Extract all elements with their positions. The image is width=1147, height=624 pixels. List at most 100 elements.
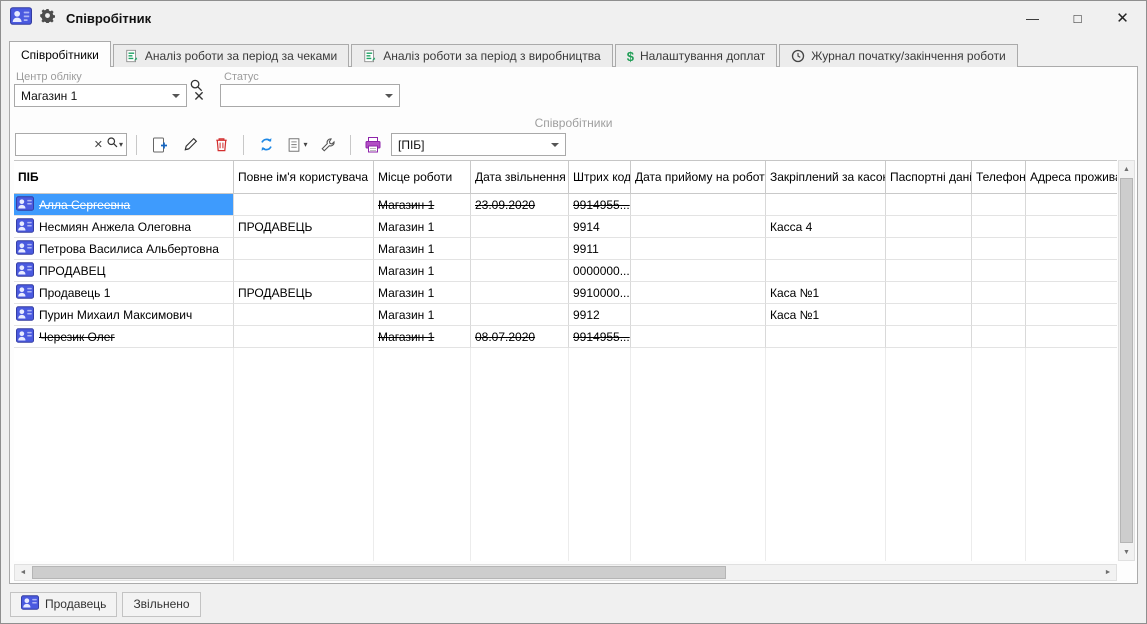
cell-barcode[interactable]: 9914955... [569,326,631,348]
cell-barcode[interactable]: 9914955... [569,194,631,216]
cell-hire_date[interactable] [631,304,766,326]
cell-passport[interactable] [886,282,972,304]
cell-barcode[interactable]: 9911 [569,238,631,260]
search-clear-icon[interactable]: ✕ [94,138,103,151]
legend-dismissed-button[interactable]: Звільнено [122,592,200,617]
cell-username[interactable]: ПРОДАВЕЦЬ [234,216,374,238]
cell-address[interactable] [1026,216,1117,238]
cell-workplace[interactable]: Магазин 1 [374,326,471,348]
cell-passport[interactable] [886,304,972,326]
cell-cash_register[interactable]: Каса №1 [766,282,886,304]
delete-employee-button[interactable] [208,133,234,157]
grid-search-input[interactable] [19,138,91,152]
cell-cash_register[interactable]: Каса №1 [766,304,886,326]
horizontal-scroll-thumb[interactable] [32,566,726,579]
legend-seller-button[interactable]: Продавець [10,592,117,617]
cell-username[interactable] [234,326,374,348]
cell-address[interactable] [1026,238,1117,260]
employee-row[interactable]: ПРОДАВЕЦ Магазин 1 0000000... [14,260,1117,282]
cell-phone[interactable] [972,304,1026,326]
column-header-hire_date[interactable]: Дата прийому на роботу [631,161,766,194]
close-button[interactable]: ✕ [1100,2,1145,34]
cell-hire_date[interactable] [631,260,766,282]
cell-phone[interactable] [972,282,1026,304]
scroll-down-arrow[interactable]: ▼ [1119,544,1134,560]
cell-passport[interactable] [886,260,972,282]
employee-row[interactable]: Черезик Олег Магазин 108.07.20209914955..… [14,326,1117,348]
cell-pib[interactable]: Несмиян Анжела Олеговна [14,216,234,238]
cell-workplace[interactable]: Магазин 1 [374,194,471,216]
cell-dismiss_date[interactable] [471,282,569,304]
cell-passport[interactable] [886,194,972,216]
cell-barcode[interactable]: 9910000... [569,282,631,304]
cell-phone[interactable] [972,326,1026,348]
cell-username[interactable] [234,260,374,282]
settings-wrench-button[interactable] [315,133,341,157]
search-options-dropdown-icon[interactable]: ▾ [119,140,123,149]
cell-workplace[interactable]: Магазин 1 [374,216,471,238]
employee-row[interactable]: Петрова Василиса АльбертовнаМагазин 1991… [14,238,1117,260]
cell-hire_date[interactable] [631,238,766,260]
cell-username[interactable]: ПРОДАВЕЦЬ [234,282,374,304]
status-combo[interactable] [220,84,400,107]
cell-dismiss_date[interactable]: 23.09.2020 [471,194,569,216]
cell-workplace[interactable]: Магазин 1 [374,238,471,260]
cell-hire_date[interactable] [631,216,766,238]
cell-barcode[interactable]: 9912 [569,304,631,326]
column-header-dismiss_date[interactable]: Дата звільнення [471,161,569,194]
column-header-workplace[interactable]: Місце роботи [374,161,471,194]
tab-analysis-by-checks[interactable]: Аналіз роботи за період за чеками [113,44,349,67]
column-header-username[interactable]: Повне ім'я користувача [234,161,374,194]
column-header-pib[interactable]: ПІБ [14,161,234,194]
edit-employee-button[interactable] [177,133,203,157]
cell-workplace[interactable]: Магазин 1 [374,260,471,282]
column-header-phone[interactable]: Телефон [972,161,1026,194]
column-header-barcode[interactable]: Штрих код [569,161,631,194]
employee-row[interactable]: Продавець 1ПРОДАВЕЦЬМагазин 19910000...К… [14,282,1117,304]
cell-hire_date[interactable] [631,326,766,348]
employee-row[interactable]: Пурин Михаил МаксимовичМагазин 19912Каса… [14,304,1117,326]
cell-cash_register[interactable] [766,194,886,216]
column-header-passport[interactable]: Паспортні дані [886,161,972,194]
tab-employees[interactable]: Співробітники [9,41,111,67]
tab-surcharge-settings[interactable]: $ Налаштування доплат [615,44,778,67]
cell-cash_register[interactable]: Касса 4 [766,216,886,238]
minimize-button[interactable]: — [1010,2,1055,34]
cell-username[interactable] [234,194,374,216]
cell-pib[interactable]: Черезик Олег [14,326,234,348]
group-field-combo[interactable]: [ПІБ] [391,133,566,156]
column-header-cash_register[interactable]: Закріплений за касою [766,161,886,194]
cell-hire_date[interactable] [631,194,766,216]
cell-address[interactable] [1026,304,1117,326]
cell-address[interactable] [1026,282,1117,304]
cell-dismiss_date[interactable] [471,260,569,282]
cell-hire_date[interactable] [631,282,766,304]
cell-cash_register[interactable] [766,238,886,260]
clear-filter-button[interactable]: ✕ [189,86,209,106]
horizontal-scrollbar[interactable]: ◄ ► [14,564,1117,581]
cell-phone[interactable] [972,260,1026,282]
cell-address[interactable] [1026,194,1117,216]
report-menu-button[interactable]: ▾ [284,133,310,157]
cell-workplace[interactable]: Магазин 1 [374,282,471,304]
refresh-button[interactable] [253,133,279,157]
print-button[interactable] [360,133,386,157]
tab-analysis-by-production[interactable]: Аналіз роботи за період з виробництва [351,44,613,67]
cell-phone[interactable] [972,238,1026,260]
cell-dismiss_date[interactable] [471,238,569,260]
cell-username[interactable] [234,238,374,260]
cell-phone[interactable] [972,216,1026,238]
cell-barcode[interactable]: 0000000... [569,260,631,282]
cell-dismiss_date[interactable] [471,304,569,326]
cell-address[interactable] [1026,260,1117,282]
cell-passport[interactable] [886,326,972,348]
cell-dismiss_date[interactable] [471,216,569,238]
vertical-scrollbar[interactable]: ▲ ▼ [1118,160,1135,561]
cell-barcode[interactable]: 9914 [569,216,631,238]
cell-dismiss_date[interactable]: 08.07.2020 [471,326,569,348]
cell-pib[interactable]: ПРОДАВЕЦ [14,260,234,282]
cell-cash_register[interactable] [766,326,886,348]
scroll-up-arrow[interactable]: ▲ [1119,161,1134,177]
cell-phone[interactable] [972,194,1026,216]
cell-username[interactable] [234,304,374,326]
